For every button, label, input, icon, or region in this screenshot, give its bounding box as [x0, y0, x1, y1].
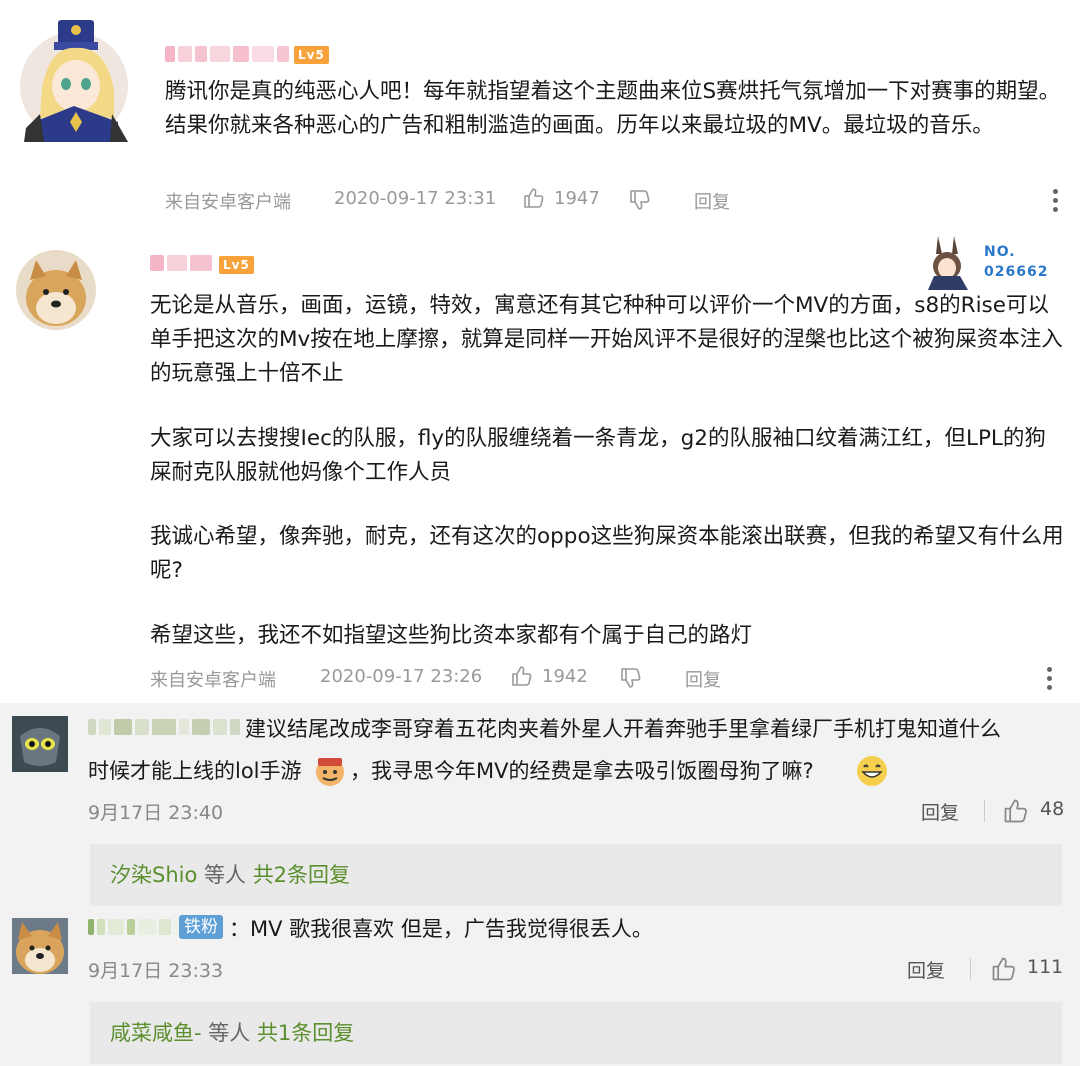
sub-reply-mid: 等人: [201, 1021, 257, 1045]
number-badge: NO. 026662: [920, 234, 1060, 290]
comment-text: ：MV 歌我很喜欢 但是，广告我觉得很丢人。: [229, 917, 653, 941]
comment-time: 9月17日 23:33: [88, 960, 224, 982]
avatar[interactable]: [12, 918, 68, 974]
sub-reply-user[interactable]: 咸菜咸鱼-: [110, 1021, 202, 1045]
thumbs-up-icon[interactable]: [522, 186, 546, 210]
doge-avatar-image: [12, 918, 68, 974]
sub-replies-box[interactable]: 咸菜咸鱼- 等人 共1条回复: [90, 1002, 1062, 1064]
thumbs-down-icon[interactable]: [619, 666, 643, 690]
username-blurred[interactable]: [88, 919, 184, 935]
fan-badge: 铁粉: [179, 915, 223, 939]
avatar[interactable]: [12, 716, 68, 772]
comment-source: 来自安卓客户端: [150, 670, 276, 691]
sub-replies-box[interactable]: 汐染Shio 等人 共2条回复: [90, 844, 1062, 906]
comment-paragraph: 我诚心希望，像奔驰，耐克，还有这次的oppo这些狗屎资本能滚出联赛，但我的希望又…: [150, 524, 1064, 583]
comment-source: 来自安卓客户端: [165, 192, 291, 213]
fan-badge-label: 铁粉: [179, 915, 223, 939]
avatar-image: [20, 20, 128, 142]
reply-button[interactable]: 回复: [685, 666, 721, 692]
thumbs-up-icon[interactable]: [510, 664, 534, 688]
level-badge: Lv5: [219, 256, 254, 274]
comment-text: 腾讯你是真的纯恶心人吧！每年就指望着这个主题曲来位S赛烘托气氛增加一下对赛事的期…: [165, 79, 1061, 138]
comment-text: 建议结尾改成李哥穿着五花肉夹着外星人开着奔驰手里拿着绿厂手机打鬼知道什么: [245, 717, 1001, 741]
comment-time: 2020-09-17 23:26: [320, 666, 483, 687]
comment-paragraph: 大家可以去搜搜Iec的队服，fly的队服缠绕着一条青龙，g2的队服袖口纹着满江红…: [150, 426, 1046, 485]
reply-button[interactable]: 回复: [907, 956, 945, 983]
sub-reply-count[interactable]: 共2条回复: [253, 863, 350, 887]
username-blurred[interactable]: [150, 255, 212, 271]
avatar[interactable]: [16, 250, 96, 330]
divider: [970, 958, 971, 980]
more-options-icon[interactable]: [1047, 667, 1052, 694]
comment-time: 9月17日 23:40: [88, 802, 224, 824]
masked-hero-avatar-image: [12, 716, 68, 772]
like-count: 111: [1027, 956, 1064, 978]
like-count: 1942: [542, 666, 588, 687]
level-badge: Lv5: [294, 46, 329, 64]
emoji-hammer-icon: [312, 754, 348, 788]
sub-reply-count[interactable]: 共1条回复: [257, 1021, 354, 1045]
username-blurred[interactable]: [88, 719, 240, 735]
emoji-grin-icon: [855, 754, 889, 788]
thumbs-down-icon[interactable]: [628, 188, 652, 212]
comment-paragraph: 无论是从音乐，画面，运镜，特效，寓意还有其它种种可以评价一个MV的方面，s8的R…: [150, 293, 1063, 386]
number-badge-label: NO.: [984, 244, 1016, 260]
thumbs-up-icon[interactable]: [1002, 797, 1030, 825]
like-count: 48: [1040, 798, 1065, 820]
reply-button[interactable]: 回复: [921, 798, 959, 825]
anime-girl-badge-image: [928, 236, 968, 290]
comment-paragraph: 希望这些，我还不如指望这些狗比资本家都有个属于自己的路灯: [150, 623, 753, 648]
comment-text: 时候才能上线的lol手游: [88, 759, 302, 783]
sub-reply-user[interactable]: 汐染Shio: [110, 863, 197, 887]
username-blurred[interactable]: [165, 46, 289, 62]
like-count: 1947: [554, 188, 600, 209]
more-options-icon[interactable]: [1053, 189, 1058, 216]
avatar[interactable]: [20, 18, 128, 142]
reply-button[interactable]: 回复: [694, 188, 730, 214]
sub-reply-mid: 等人: [197, 863, 253, 887]
divider: [984, 800, 985, 822]
thumbs-up-icon[interactable]: [990, 955, 1018, 983]
comment-text: ，我寻思今年MV的经费是拿去吸引饭圈母狗了嘛?: [350, 759, 814, 783]
doge-avatar-image: [16, 250, 96, 330]
number-badge-value: 026662: [984, 264, 1049, 280]
comment-time: 2020-09-17 23:31: [334, 188, 497, 209]
